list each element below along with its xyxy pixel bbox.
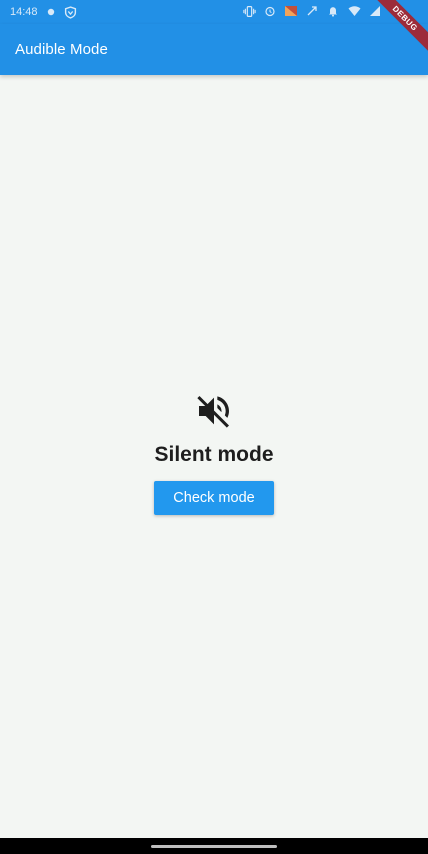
- vibrate-icon: [242, 4, 256, 18]
- mode-label: Silent mode: [154, 443, 274, 466]
- navigation-bar: [0, 838, 428, 854]
- notification-dot-icon: [44, 5, 58, 19]
- status-time: 14:48: [10, 6, 38, 18]
- home-handle[interactable]: [151, 844, 277, 848]
- app-bar: Audible Mode: [0, 24, 428, 75]
- alarm-icon: [263, 4, 277, 18]
- rotate-icon: [305, 4, 319, 18]
- app-title: Audible Mode: [15, 41, 108, 58]
- signal-icon: [368, 4, 382, 18]
- app-icon: [284, 4, 298, 18]
- volume-off-icon: [194, 391, 234, 431]
- check-mode-button[interactable]: Check mode: [154, 481, 274, 515]
- status-left: 14:48: [0, 5, 78, 19]
- shield-icon: [64, 5, 78, 19]
- wifi-icon: [347, 4, 361, 18]
- status-right: [242, 4, 382, 18]
- bell-icon: [326, 4, 340, 18]
- mode-panel: Silent mode Check mode: [0, 391, 428, 515]
- screen: 14:48 Audible Mode DEBUG Silent mode Che…: [0, 0, 428, 854]
- status-bar: 14:48: [0, 0, 428, 24]
- main-content: Silent mode Check mode: [0, 75, 428, 838]
